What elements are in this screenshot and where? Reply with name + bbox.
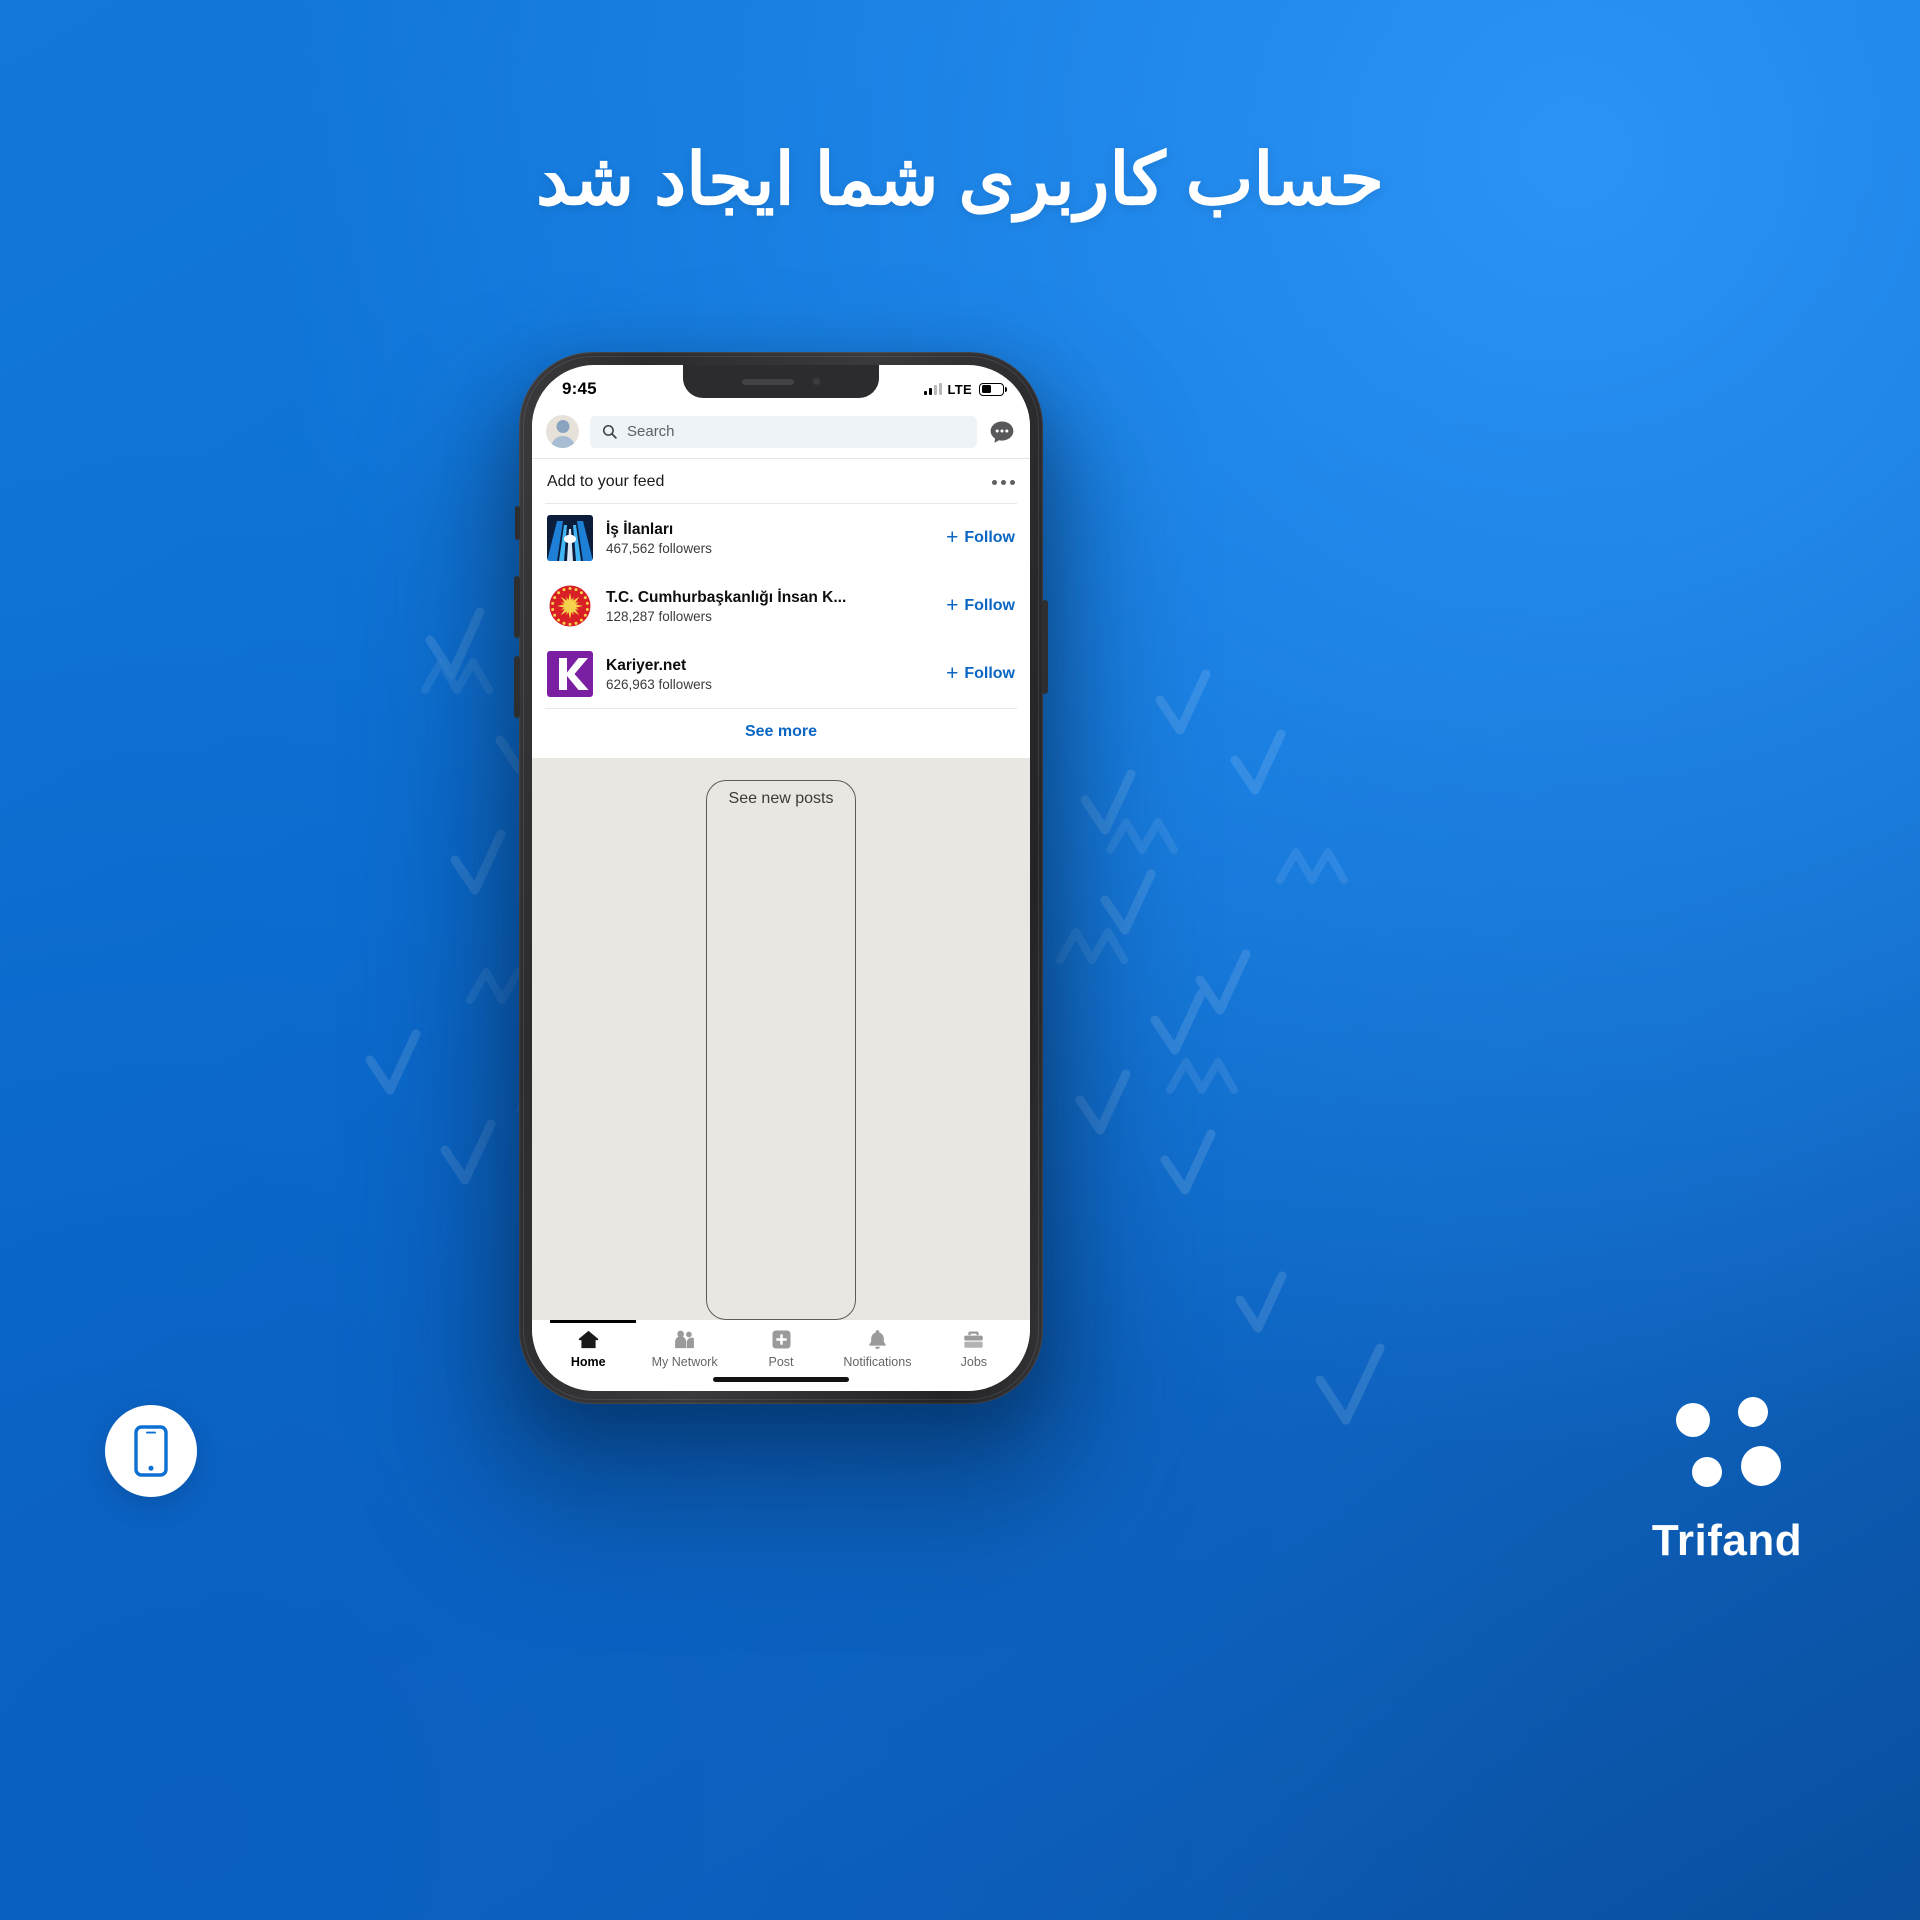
avatar-head-icon [556, 420, 569, 433]
bell-icon [869, 1330, 886, 1350]
briefcase-icon [964, 1331, 984, 1348]
power-button[interactable] [1042, 600, 1048, 694]
page-title: حساب کاربری شما ایجاد شد [535, 140, 1385, 220]
nav-item-post[interactable]: Post [733, 1328, 829, 1369]
nav-item-home[interactable]: Home [540, 1328, 636, 1369]
list-item[interactable]: İş İlanları 467,562 followers + Follow [532, 504, 1030, 572]
phone-screen: 9:45 LTE Search Add to your feed İş İlan… [532, 365, 1030, 1391]
search-icon [602, 424, 617, 439]
phone-mockup: 9:45 LTE Search Add to your feed İş İlan… [514, 352, 1048, 1404]
list-item[interactable]: Kariyer.net 626,963 followers + Follow [532, 640, 1030, 708]
follow-button[interactable]: + Follow [940, 661, 1015, 685]
nav-item-notifications-label: Notifications [843, 1355, 912, 1369]
list-item-title: T.C. Cumhurbaşkanlığı İnsan K... [606, 588, 847, 606]
bottom-navigation: Home My Network Post Notifications Jobs [532, 1320, 1030, 1369]
plus-icon: + [946, 661, 959, 685]
see-more-button[interactable]: See more [532, 709, 1030, 758]
nav-item-my-network[interactable]: My Network [636, 1328, 732, 1369]
follow-button-label: Follow [964, 597, 1015, 614]
list-item-followers: 467,562 followers [606, 541, 712, 557]
mobile-phone-icon [134, 1425, 168, 1477]
search-input[interactable]: Search [590, 415, 977, 448]
list-item-followers: 128,287 followers [606, 609, 712, 625]
nav-item-jobs[interactable]: Jobs [926, 1328, 1022, 1369]
status-time: 9:45 [562, 379, 597, 398]
network-label: LTE [947, 381, 972, 397]
avatar[interactable] [546, 415, 579, 448]
home-indicator-area [532, 1369, 1030, 1391]
mute-switch[interactable] [515, 506, 520, 540]
volume-down-button[interactable] [514, 656, 520, 718]
follow-button-label: Follow [964, 665, 1015, 682]
brand-name: Trifand [1651, 1516, 1803, 1565]
home-indicator[interactable] [713, 1377, 849, 1382]
list-item-title: Kariyer.net [606, 656, 687, 674]
battery-icon [979, 382, 1007, 396]
follow-button[interactable]: + Follow [940, 593, 1015, 617]
avatar-body-icon [550, 436, 575, 448]
brand-logo-block: Trifand [1622, 1390, 1832, 1566]
search-placeholder: Search [627, 423, 675, 440]
nav-item-notifications[interactable]: Notifications [829, 1328, 925, 1369]
top-bar: Search [532, 409, 1030, 459]
feed-body: See new posts [532, 758, 1030, 1320]
nav-item-home-label: Home [570, 1355, 606, 1369]
see-new-posts-button[interactable]: See new posts [705, 780, 857, 1320]
kariyer-k-logo-icon [547, 651, 593, 697]
plus-square-icon [772, 1330, 791, 1349]
nav-item-jobs-label: Jobs [960, 1355, 988, 1369]
nav-item-post-label: Post [768, 1355, 794, 1369]
home-icon [578, 1330, 598, 1349]
people-icon [675, 1330, 695, 1349]
signal-bars-icon [923, 383, 942, 395]
list-item[interactable]: T.C. Cumhurbaşkanlığı İnsan K... 128,287… [532, 572, 1030, 640]
status-bar: 9:45 LTE [532, 365, 1030, 409]
plus-icon: + [946, 525, 959, 549]
turkish-presidency-seal-icon [547, 583, 593, 629]
plus-icon: + [946, 593, 959, 617]
list-item-title: İş İlanları [606, 520, 674, 538]
card-title: Add to your feed [547, 473, 665, 490]
skyscraper-photo-icon [547, 515, 593, 561]
follow-button-label: Follow [964, 529, 1015, 546]
add-to-feed-card: Add to your feed İş İlanları 467,562 fol… [532, 459, 1030, 758]
follow-button[interactable]: + Follow [940, 525, 1015, 549]
list-item-followers: 626,963 followers [606, 677, 712, 693]
mobile-badge [105, 1405, 197, 1497]
volume-up-button[interactable] [514, 576, 520, 638]
trifand-dots-logo-icon [1676, 1397, 1781, 1487]
messaging-icon[interactable] [988, 418, 1016, 446]
nav-item-my-network-label: My Network [651, 1355, 718, 1369]
more-options-icon[interactable] [992, 479, 1015, 485]
